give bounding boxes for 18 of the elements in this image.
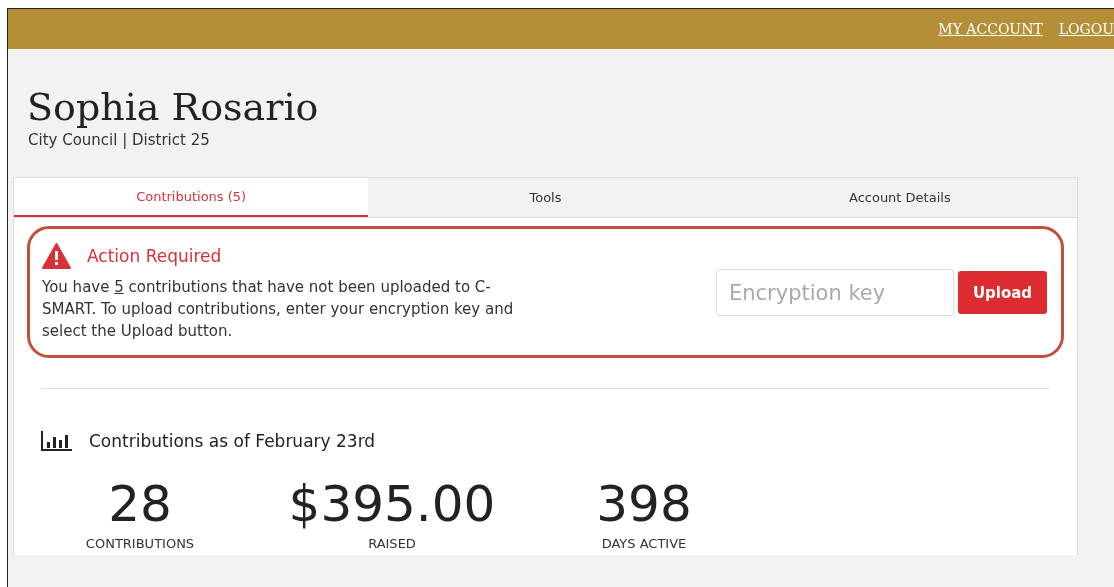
stat-value: 28: [107, 478, 173, 531]
warning-icon: [42, 243, 71, 270]
nav-link-text[interactable]: MY ACCOUNT: [938, 18, 1043, 40]
summary-heading: Contributions as of February 23rd: [89, 429, 376, 453]
upload-button[interactable]: Upload: [958, 271, 1047, 315]
bar-chart-icon: [41, 431, 73, 452]
encryption-key-field[interactable]: Encryption key: [716, 269, 954, 317]
nav-link-text[interactable]: LOGOU: [1058, 18, 1114, 40]
stat-value: 398: [595, 478, 693, 531]
alert-message: You have 5 contributions that have not been uploaded to C-SMART. To upload contributions, enter your encryption key and select the Upload button.: [42, 277, 515, 342]
stat-label: CONTRIBUTIONS: [85, 535, 195, 551]
stat-value: $395.00: [287, 478, 497, 531]
stat-label: RAISED: [368, 535, 416, 551]
stat-label: DAYS ACTIVE: [601, 535, 687, 551]
alert-title: Action Required: [87, 244, 222, 268]
profile-subtitle: City Council | District 25: [28, 129, 211, 151]
profile-name: Sophia Rosario: [27, 87, 320, 129]
tab[interactable]: Contributions (5): [14, 178, 369, 218]
